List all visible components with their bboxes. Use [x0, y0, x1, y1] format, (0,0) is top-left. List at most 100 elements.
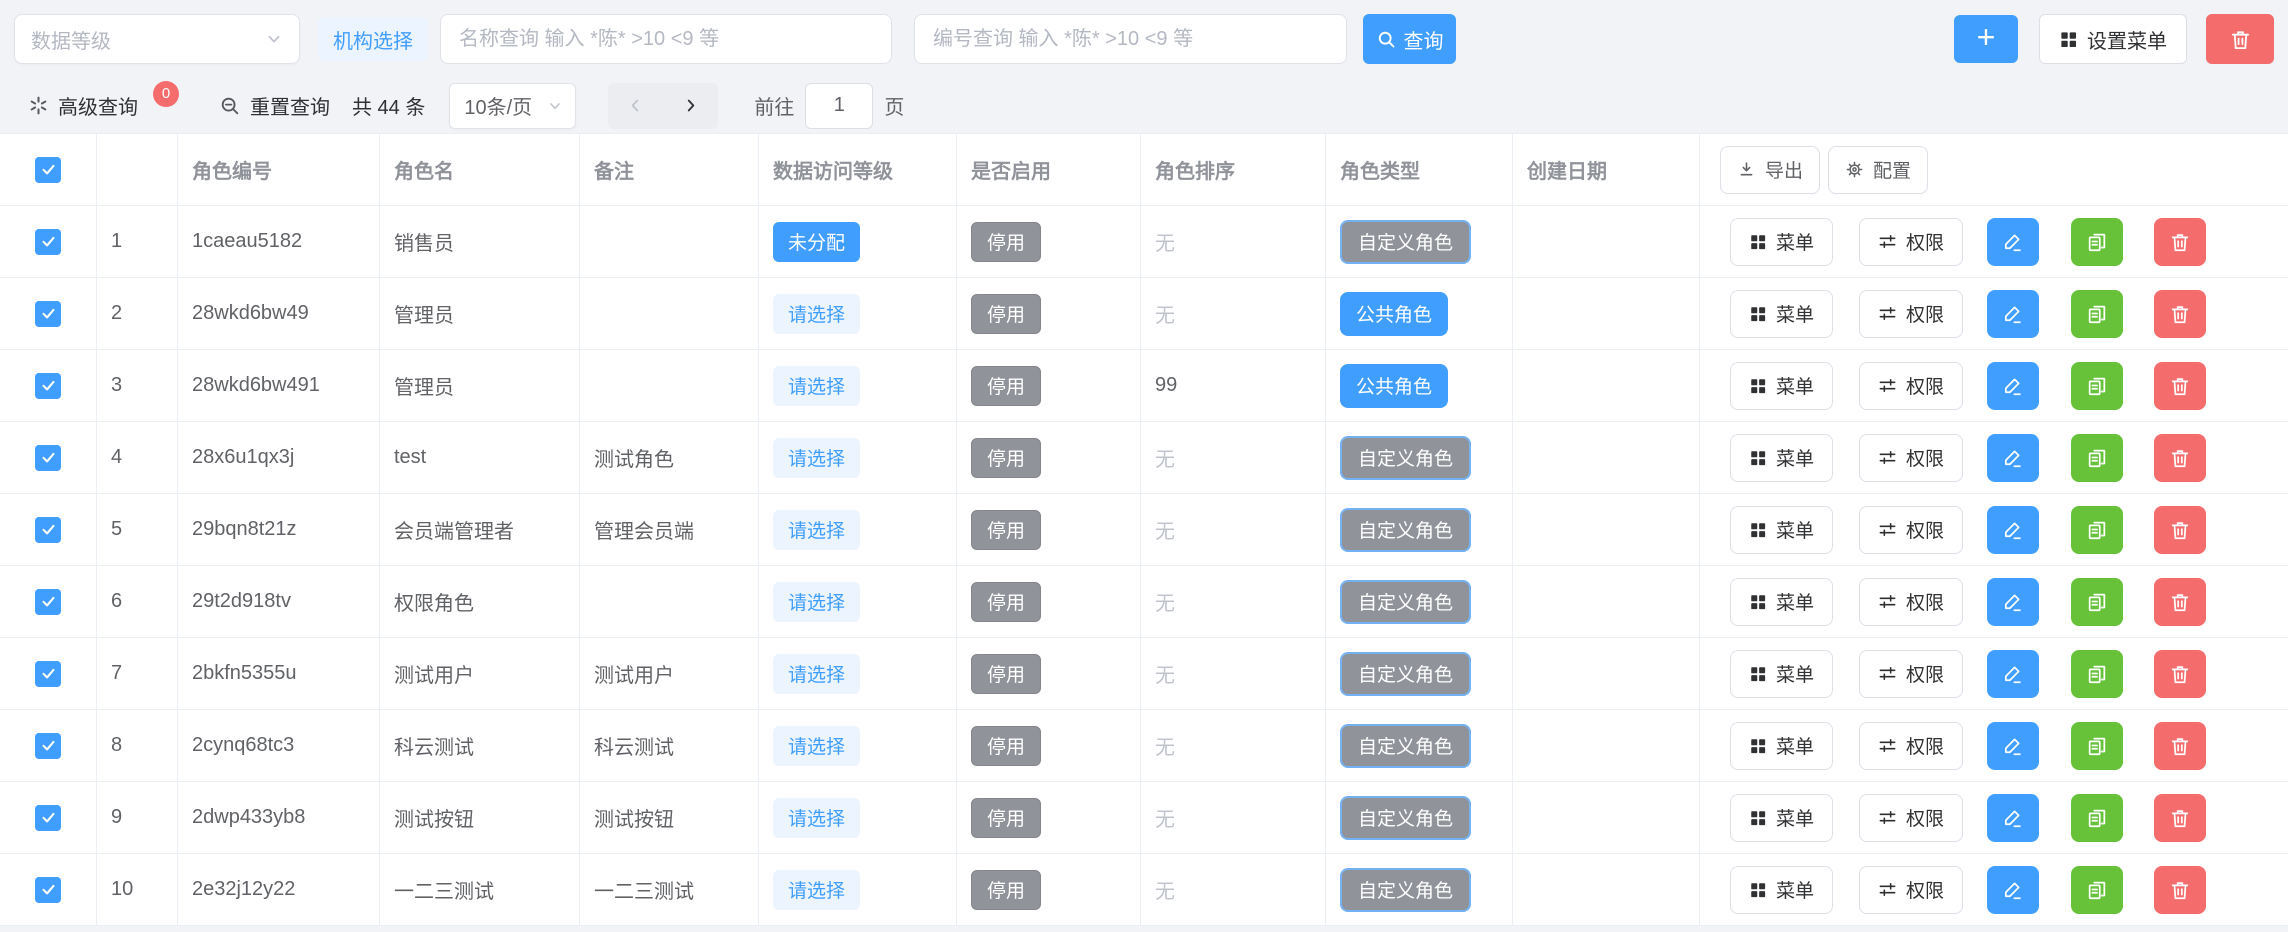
- permission-button[interactable]: 权限: [1859, 218, 1963, 266]
- permission-button[interactable]: 权限: [1859, 362, 1963, 410]
- prev-page-button[interactable]: [608, 83, 663, 129]
- delete-button[interactable]: [2154, 434, 2206, 482]
- role-type-pill[interactable]: 自定义角色: [1340, 436, 1471, 480]
- copy-button[interactable]: [2071, 794, 2123, 842]
- enabled-pill[interactable]: 停用: [971, 870, 1041, 910]
- access-level-pill[interactable]: 请选择: [773, 294, 860, 334]
- access-level-pill[interactable]: 请选择: [773, 510, 860, 550]
- row-checkbox[interactable]: [35, 733, 61, 759]
- code-query-input[interactable]: [914, 14, 1347, 64]
- permission-button[interactable]: 权限: [1859, 866, 1963, 914]
- role-type-pill[interactable]: 自定义角色: [1340, 220, 1471, 264]
- page-size-select[interactable]: 10条/页: [449, 83, 576, 129]
- row-checkbox[interactable]: [35, 877, 61, 903]
- permission-button[interactable]: 权限: [1859, 506, 1963, 554]
- row-checkbox[interactable]: [35, 301, 61, 327]
- role-type-pill[interactable]: 公共角色: [1340, 364, 1448, 408]
- delete-button[interactable]: [2154, 362, 2206, 410]
- access-level-pill[interactable]: 请选择: [773, 654, 860, 694]
- reset-query-button[interactable]: 重置查询: [219, 91, 330, 120]
- copy-button[interactable]: [2071, 362, 2123, 410]
- row-checkbox[interactable]: [35, 229, 61, 255]
- edit-button[interactable]: [1987, 362, 2039, 410]
- menu-button[interactable]: 菜单: [1730, 578, 1833, 626]
- menu-button[interactable]: 菜单: [1730, 362, 1833, 410]
- copy-button[interactable]: [2071, 866, 2123, 914]
- delete-button[interactable]: [2154, 650, 2206, 698]
- org-select-button[interactable]: 机构选择: [318, 17, 428, 61]
- menu-button[interactable]: 菜单: [1730, 506, 1833, 554]
- enabled-pill[interactable]: 停用: [971, 294, 1041, 334]
- menu-button[interactable]: 菜单: [1730, 434, 1833, 482]
- copy-button[interactable]: [2071, 434, 2123, 482]
- delete-button[interactable]: [2154, 290, 2206, 338]
- access-level-pill[interactable]: 请选择: [773, 582, 860, 622]
- next-page-button[interactable]: [663, 83, 718, 129]
- row-checkbox[interactable]: [35, 805, 61, 831]
- permission-button[interactable]: 权限: [1859, 794, 1963, 842]
- menu-setup-button[interactable]: 设置菜单: [2039, 14, 2187, 64]
- permission-button[interactable]: 权限: [1859, 290, 1963, 338]
- bulk-delete-button[interactable]: [2206, 14, 2274, 64]
- menu-button[interactable]: 菜单: [1730, 650, 1833, 698]
- query-button[interactable]: 查询: [1363, 14, 1456, 64]
- enabled-pill[interactable]: 停用: [971, 222, 1041, 262]
- menu-button[interactable]: 菜单: [1730, 794, 1833, 842]
- edit-button[interactable]: [1987, 866, 2039, 914]
- menu-button[interactable]: 菜单: [1730, 290, 1833, 338]
- edit-button[interactable]: [1987, 434, 2039, 482]
- permission-button[interactable]: 权限: [1859, 650, 1963, 698]
- row-checkbox[interactable]: [35, 589, 61, 615]
- copy-button[interactable]: [2071, 722, 2123, 770]
- role-type-pill[interactable]: 自定义角色: [1340, 580, 1471, 624]
- row-checkbox[interactable]: [35, 517, 61, 543]
- enabled-pill[interactable]: 停用: [971, 798, 1041, 838]
- delete-button[interactable]: [2154, 722, 2206, 770]
- name-query-input[interactable]: [440, 14, 892, 64]
- menu-button[interactable]: 菜单: [1730, 866, 1833, 914]
- delete-button[interactable]: [2154, 578, 2206, 626]
- copy-button[interactable]: [2071, 218, 2123, 266]
- enabled-pill[interactable]: 停用: [971, 654, 1041, 694]
- advanced-query-toggle[interactable]: 高级查询 0: [28, 91, 179, 120]
- enabled-pill[interactable]: 停用: [971, 582, 1041, 622]
- copy-button[interactable]: [2071, 578, 2123, 626]
- row-checkbox[interactable]: [35, 373, 61, 399]
- role-type-pill[interactable]: 自定义角色: [1340, 796, 1471, 840]
- config-button[interactable]: 配置: [1828, 146, 1928, 194]
- access-level-pill[interactable]: 请选择: [773, 870, 860, 910]
- role-type-pill[interactable]: 自定义角色: [1340, 652, 1471, 696]
- enabled-pill[interactable]: 停用: [971, 366, 1041, 406]
- access-level-pill[interactable]: 请选择: [773, 438, 860, 478]
- export-button[interactable]: 导出: [1720, 146, 1820, 194]
- access-level-pill[interactable]: 未分配: [773, 222, 860, 262]
- menu-button[interactable]: 菜单: [1730, 722, 1833, 770]
- delete-button[interactable]: [2154, 794, 2206, 842]
- edit-button[interactable]: [1987, 650, 2039, 698]
- copy-button[interactable]: [2071, 506, 2123, 554]
- role-type-pill[interactable]: 自定义角色: [1340, 868, 1471, 912]
- copy-button[interactable]: [2071, 290, 2123, 338]
- edit-button[interactable]: [1987, 506, 2039, 554]
- permission-button[interactable]: 权限: [1859, 578, 1963, 626]
- data-level-select[interactable]: 数据等级: [14, 14, 300, 64]
- enabled-pill[interactable]: 停用: [971, 438, 1041, 478]
- role-type-pill[interactable]: 公共角色: [1340, 292, 1448, 336]
- row-checkbox[interactable]: [35, 445, 61, 471]
- delete-button[interactable]: [2154, 218, 2206, 266]
- role-type-pill[interactable]: 自定义角色: [1340, 508, 1471, 552]
- enabled-pill[interactable]: 停用: [971, 510, 1041, 550]
- select-all-checkbox[interactable]: [35, 157, 61, 183]
- delete-button[interactable]: [2154, 866, 2206, 914]
- copy-button[interactable]: [2071, 650, 2123, 698]
- delete-button[interactable]: [2154, 506, 2206, 554]
- edit-button[interactable]: [1987, 722, 2039, 770]
- access-level-pill[interactable]: 请选择: [773, 798, 860, 838]
- menu-button[interactable]: 菜单: [1730, 218, 1833, 266]
- edit-button[interactable]: [1987, 578, 2039, 626]
- edit-button[interactable]: [1987, 290, 2039, 338]
- role-type-pill[interactable]: 自定义角色: [1340, 724, 1471, 768]
- permission-button[interactable]: 权限: [1859, 434, 1963, 482]
- goto-page-input[interactable]: [805, 83, 873, 129]
- access-level-pill[interactable]: 请选择: [773, 726, 860, 766]
